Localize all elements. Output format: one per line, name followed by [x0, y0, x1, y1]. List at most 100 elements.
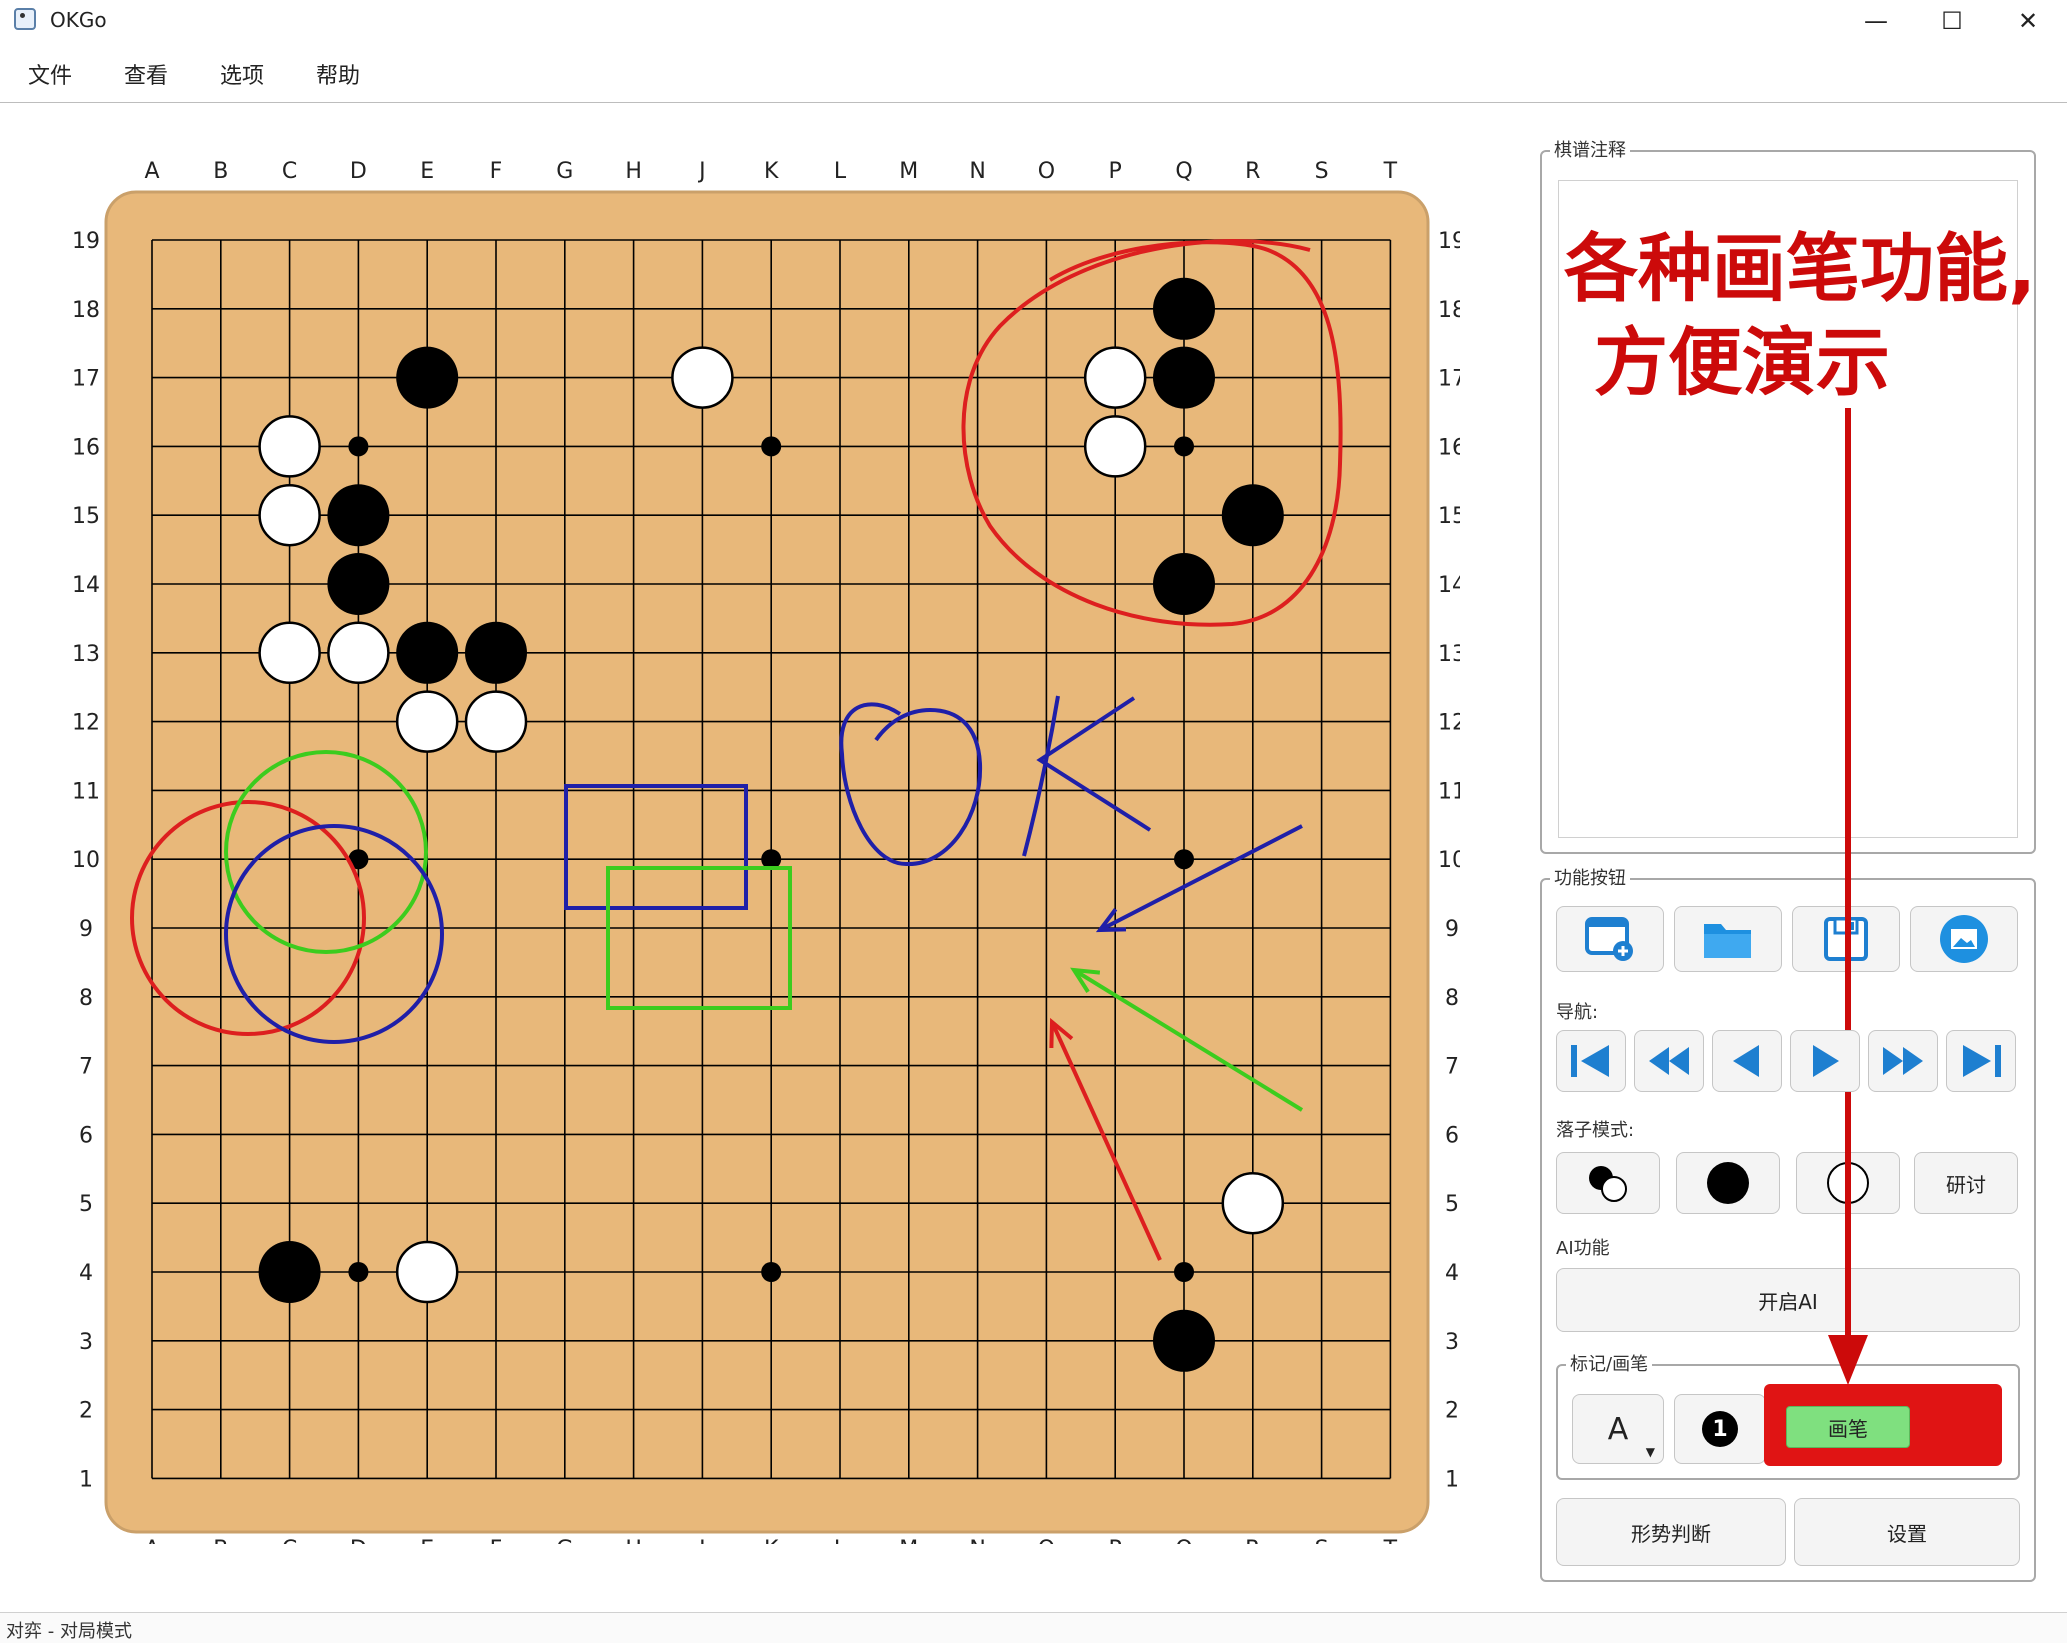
star-point: [1174, 849, 1194, 870]
column-label: M: [899, 159, 918, 184]
go-board-area[interactable]: ABCDEFGHJKLMNOPQRST ABCDEFGHJKLMNOPQRST …: [0, 104, 1460, 1544]
row-label: 1: [79, 1467, 93, 1492]
column-label: K: [764, 159, 779, 184]
column-label: G: [556, 1537, 573, 1544]
black-stone: [1153, 1309, 1215, 1372]
window-title: OKGo: [50, 8, 107, 32]
play-mode-label: 落子模式:: [1556, 1120, 1635, 1141]
row-label: 16: [1438, 435, 1460, 460]
comment-group-title: 棋谱注释: [1550, 136, 1630, 162]
column-label: M: [899, 1537, 918, 1544]
black-stone-icon: [1707, 1162, 1749, 1204]
enable-ai-button[interactable]: 开启AI: [1556, 1268, 2020, 1332]
column-label: A: [144, 1537, 159, 1544]
maximize-button[interactable]: ☐: [1914, 0, 1990, 42]
column-label: D: [350, 159, 367, 184]
column-label: T: [1383, 1537, 1398, 1544]
row-label: 14: [1438, 573, 1460, 598]
row-label: 7: [79, 1055, 93, 1080]
row-label: 14: [72, 573, 100, 598]
letter-mark-button[interactable]: A ▼: [1572, 1394, 1664, 1464]
row-label: 7: [1445, 1055, 1459, 1080]
row-label: 15: [1438, 504, 1460, 529]
column-label: J: [697, 159, 706, 184]
black-stone: [327, 553, 390, 615]
open-file-button[interactable]: [1674, 906, 1782, 972]
row-label: 8: [1445, 986, 1459, 1011]
nav-button-back-fast[interactable]: [1634, 1030, 1704, 1092]
column-label: R: [1245, 159, 1260, 184]
pen-button-frame[interactable]: 画笔: [1764, 1384, 2002, 1466]
alternate-mode-button[interactable]: [1556, 1152, 1660, 1214]
column-label: S: [1315, 159, 1329, 184]
row-label: 15: [72, 504, 100, 529]
nav-button-forward[interactable]: [1790, 1030, 1860, 1092]
column-label: N: [969, 159, 985, 184]
ai-label: AI功能: [1556, 1238, 1610, 1259]
menu-bar: 文件 查看 选项 帮助: [0, 48, 2067, 100]
black-stone: [465, 621, 527, 684]
status-text: 对弈 - 对局模式: [6, 1621, 132, 1642]
functions-group-title: 功能按钮: [1550, 864, 1630, 890]
black-stone: [396, 346, 459, 409]
pen-button[interactable]: 画笔: [1786, 1406, 1910, 1448]
row-label: 11: [1438, 779, 1460, 804]
nav-button-last-move[interactable]: [1946, 1030, 2016, 1092]
nav-label: 导航:: [1556, 1002, 1599, 1023]
row-label: 1: [1445, 1467, 1459, 1492]
screenshot-button[interactable]: [1910, 906, 2018, 972]
menu-view[interactable]: 查看: [124, 58, 168, 90]
row-labels-left: 19 18 17 16 15 14 13 12 11 10 9 8 7 6 5 4 3 2 1: [72, 229, 100, 1492]
menu-file[interactable]: 文件: [28, 58, 72, 90]
star-point: [761, 436, 782, 457]
row-label: 4: [1445, 1261, 1459, 1286]
new-board-icon: [1585, 917, 1633, 961]
row-label: 13: [72, 642, 100, 667]
forward-fast-icon: [1883, 1047, 1923, 1075]
column-label: K: [764, 1537, 779, 1544]
menu-help[interactable]: 帮助: [316, 58, 360, 90]
row-label: 3: [1445, 1330, 1459, 1355]
row-label: 12: [1438, 711, 1460, 736]
menu-divider: [0, 102, 2067, 103]
row-label: 19: [72, 229, 100, 254]
status-bar: 对弈 - 对局模式: [0, 1612, 2067, 1643]
column-label: Q: [1175, 159, 1192, 184]
settings-button[interactable]: 设置: [1794, 1498, 2020, 1566]
study-mode-button[interactable]: 研讨: [1914, 1152, 2018, 1214]
menu-options[interactable]: 选项: [220, 58, 264, 90]
column-label: A: [144, 159, 159, 184]
close-button[interactable]: ✕: [1990, 0, 2066, 42]
column-label: G: [556, 159, 573, 184]
column-label: F: [490, 159, 503, 184]
forward-icon: [1813, 1045, 1839, 1077]
number-mark-button[interactable]: 1: [1674, 1394, 1766, 1464]
row-label: 13: [1438, 642, 1460, 667]
caption-line-2: 方便演示: [1594, 320, 1890, 406]
minimize-button[interactable]: —: [1838, 0, 1914, 42]
title-bar: OKGo — ☐ ✕: [0, 0, 2067, 42]
white-stone: [258, 621, 321, 685]
nav-button-first-move[interactable]: [1556, 1030, 1626, 1092]
black-mode-button[interactable]: [1676, 1152, 1780, 1214]
white-stone: [1083, 346, 1147, 409]
folder-icon: [1704, 924, 1751, 958]
column-label: C: [282, 159, 297, 184]
white-stone: [327, 621, 390, 685]
new-game-button[interactable]: [1556, 906, 1664, 972]
black-stone: [1153, 277, 1215, 340]
nav-button-back[interactable]: [1712, 1030, 1782, 1092]
white-stone: [395, 1240, 459, 1304]
pen-feature-caption: 各种画笔功能, 方便演示: [1564, 222, 2036, 410]
column-label: H: [625, 159, 642, 184]
column-label: B: [213, 1537, 228, 1544]
column-label: T: [1383, 159, 1398, 184]
mark-pen-group-title: 标记/画笔: [1566, 1350, 1653, 1376]
row-label: 18: [72, 298, 100, 323]
back-icon: [1733, 1045, 1759, 1077]
situation-judge-button[interactable]: 形势判断: [1556, 1498, 1786, 1566]
column-label: N: [969, 1537, 985, 1544]
column-label: L: [834, 159, 847, 184]
black-stone: [1153, 553, 1215, 615]
nav-button-forward-fast[interactable]: [1868, 1030, 1938, 1092]
